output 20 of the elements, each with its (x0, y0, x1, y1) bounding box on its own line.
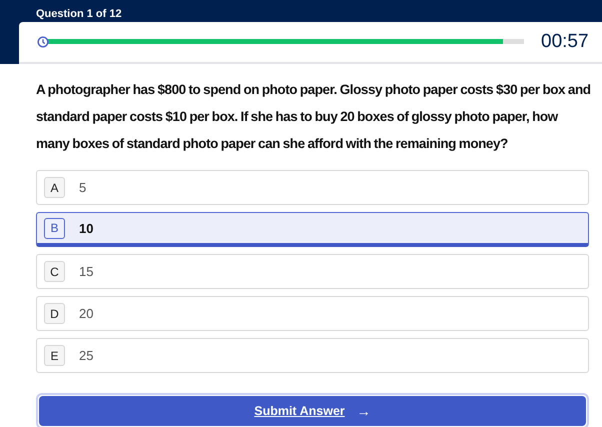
answer-option[interactable]: D 20 (36, 296, 589, 331)
option-text: 25 (79, 348, 94, 363)
option-letter: C (44, 261, 65, 282)
answer-option[interactable]: A 5 (36, 170, 589, 205)
timer-text: 00:57 (541, 30, 589, 54)
option-letter: B (44, 218, 65, 238)
option-text: 5 (79, 180, 86, 195)
option-letter: D (44, 303, 65, 324)
clock-icon (37, 36, 49, 48)
submit-button[interactable]: Submit Answer → (39, 396, 586, 426)
option-text: 20 (79, 306, 94, 321)
question-counter: Question 1 of 12 (36, 7, 122, 21)
option-text: 10 (79, 220, 94, 236)
answer-option[interactable]: E 25 (36, 338, 589, 373)
answer-option[interactable]: B 10 (36, 212, 589, 247)
option-letter: A (44, 177, 65, 198)
option-letter: E (44, 345, 65, 366)
answer-option[interactable]: C 15 (36, 254, 589, 289)
option-text: 15 (79, 264, 94, 279)
question-text: A photographer has $800 to spend on photo paper. Glossy photo paper costs $30 per box and standard paper costs $10 per box. If she has to buy 20 boxes of glossy photo paper, how many boxes of standard photo paper can she afford with the remaining money? (36, 81, 592, 153)
